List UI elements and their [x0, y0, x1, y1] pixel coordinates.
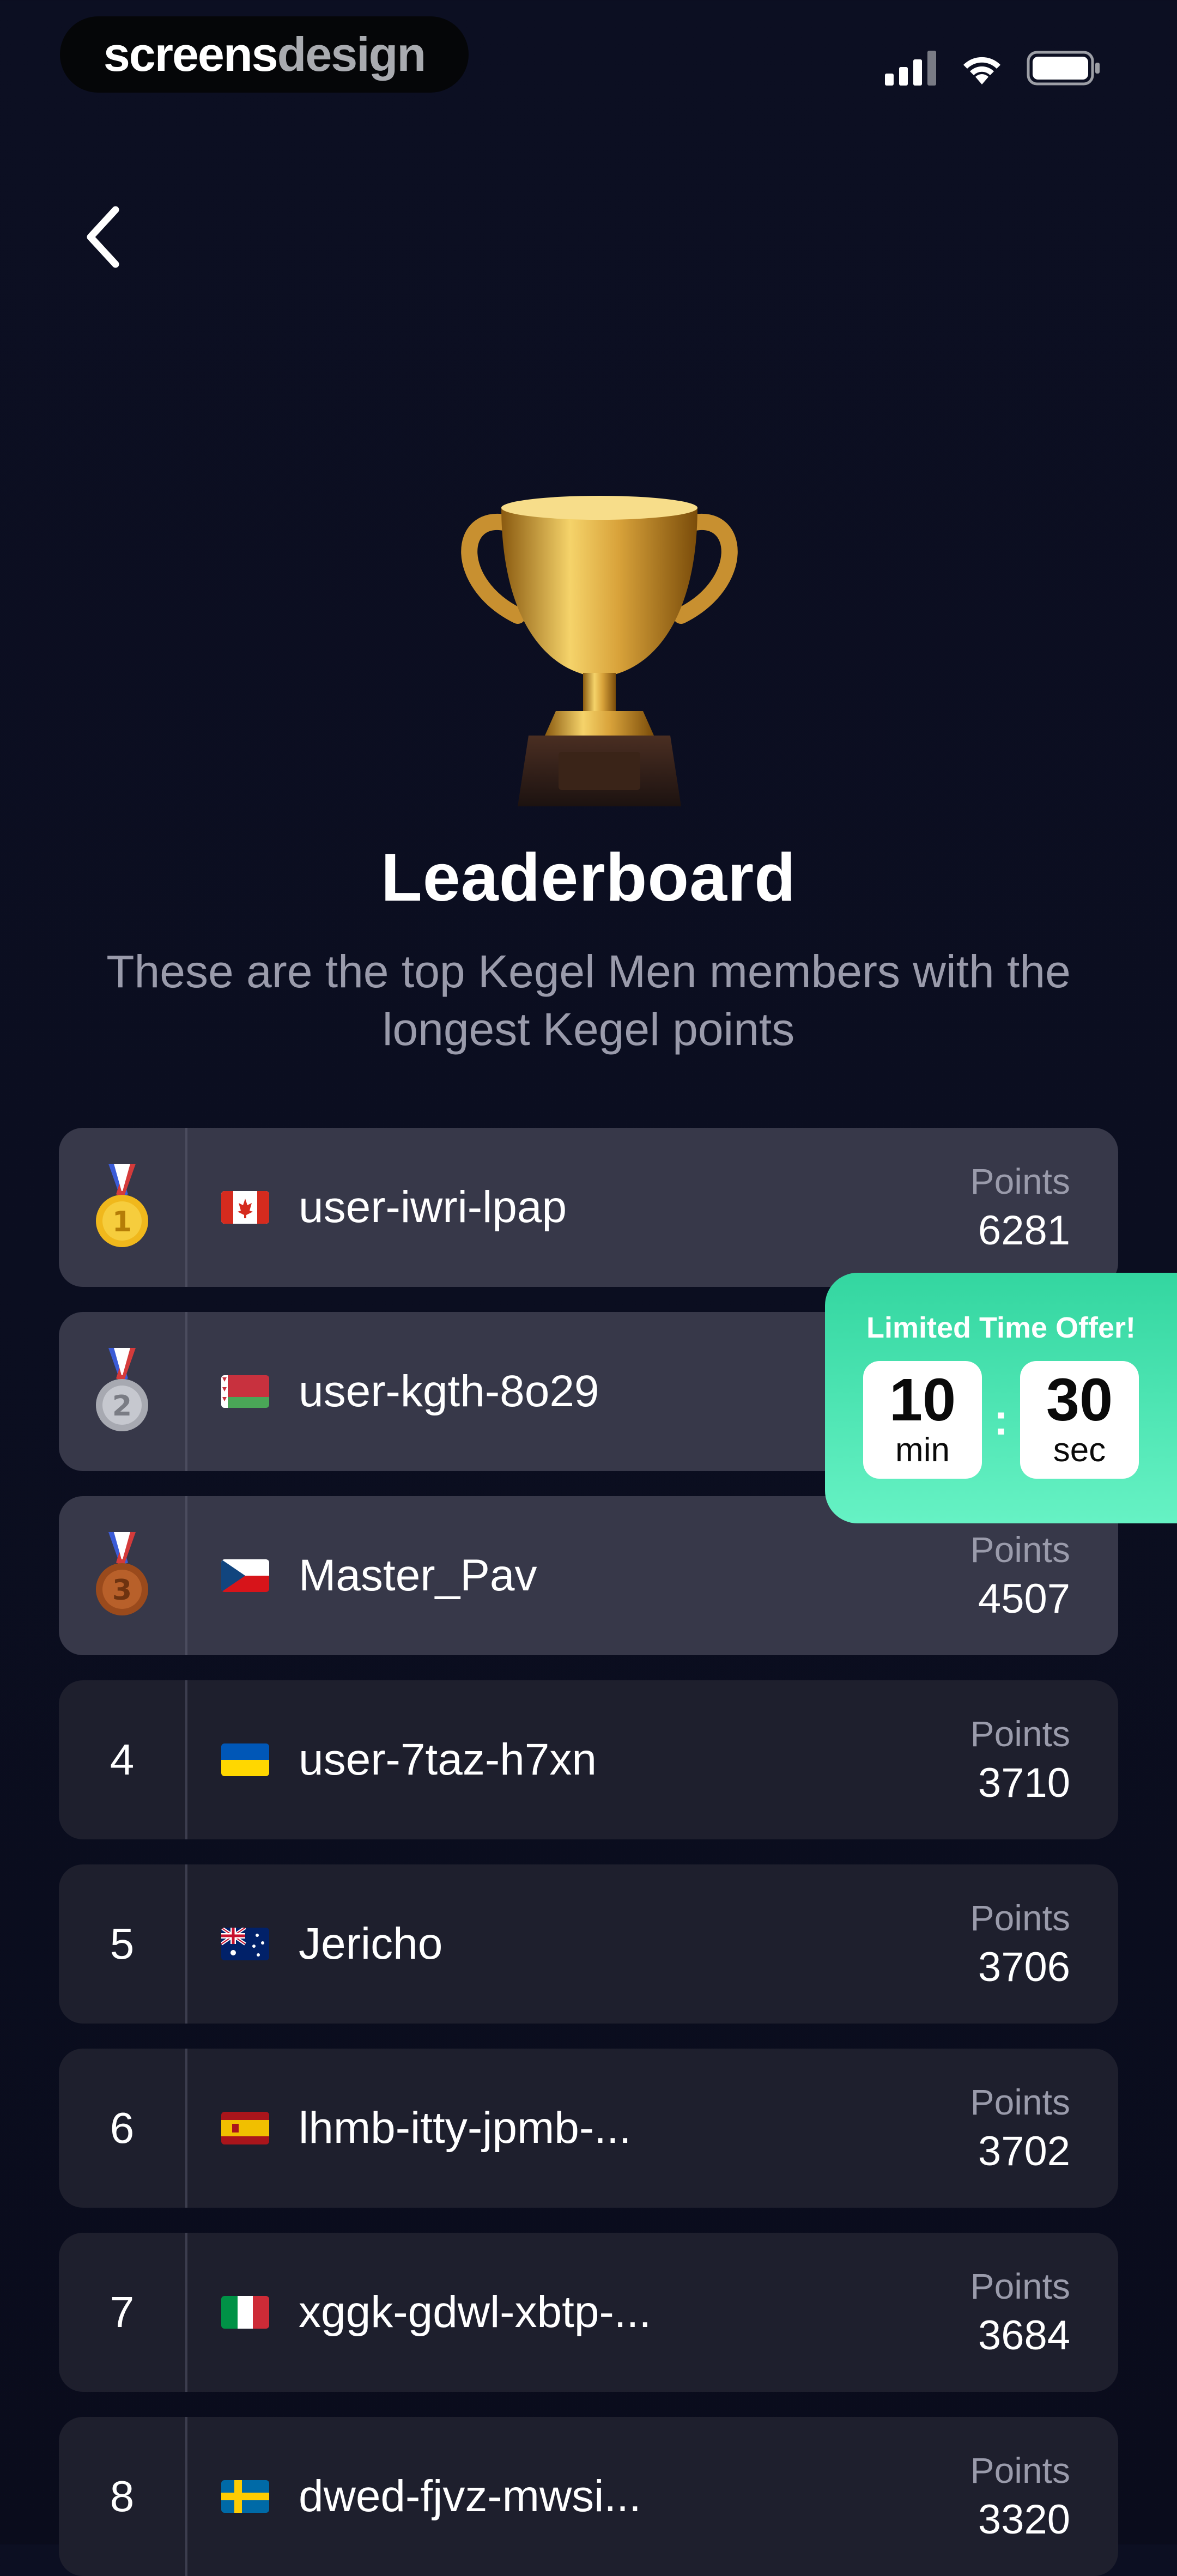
trophy-icon: [461, 496, 738, 806]
cellular-signal-icon: [885, 51, 936, 86]
player-name: user-iwri-lpap: [299, 1182, 567, 1232]
wifi-icon: [963, 57, 1000, 84]
page-title: Leaderboard: [380, 840, 797, 915]
seconds-label: sec: [1053, 1431, 1106, 1469]
points-block: Points 4507: [970, 1526, 1118, 1625]
ukraine-flag-icon: [221, 1743, 269, 1776]
points-label: Points: [970, 2082, 1070, 2122]
points-value: 3706: [978, 1944, 1070, 1990]
points-value: 4507: [978, 1576, 1070, 1622]
timer-separator: :: [993, 1395, 1009, 1444]
player-name: Jericho: [299, 1919, 443, 1969]
rank-cell: 3: [59, 1496, 187, 1655]
back-button[interactable]: [71, 196, 136, 278]
points-value: 6281: [978, 1207, 1070, 1254]
chevron-left-icon: [87, 206, 119, 268]
minutes-value: 10: [889, 1366, 956, 1433]
brand-watermark: screens design: [60, 16, 469, 93]
silver-medal-icon: 2: [96, 1348, 148, 1431]
australia-flag-icon: [221, 1928, 269, 1960]
minutes-box: 10 min: [863, 1361, 982, 1479]
svg-text:2: 2: [112, 1390, 132, 1423]
svg-text:1: 1: [112, 1206, 132, 1238]
spain-flag-icon: [221, 2112, 269, 2144]
points-label: Points: [970, 1898, 1070, 1938]
rank-number: 7: [59, 2233, 187, 2392]
points-value: 3320: [978, 2496, 1070, 2543]
points-block: Points 3702: [970, 2079, 1118, 2178]
points-label: Points: [970, 2266, 1070, 2306]
player-name: xggk-gdwl-xbtp-...: [299, 2287, 652, 2337]
rank-cell: 2: [59, 1312, 187, 1471]
points-block: Points 3706: [970, 1894, 1118, 1994]
status-icons: [885, 44, 1101, 93]
leaderboard-row[interactable]: 5 Jericho Points 3706: [59, 1864, 1118, 2024]
leaderboard-row[interactable]: 7 xggk-gdwl-xbtp-... Points 3684: [59, 2233, 1118, 2392]
player-name: user-7taz-h7xn: [299, 1735, 597, 1784]
brand-part1: screens: [103, 27, 278, 81]
countdown-timer: 10 min : 30 sec: [825, 1361, 1177, 1479]
brand-part2: design: [277, 27, 427, 81]
leaderboard-row[interactable]: 8 dwed-fjvz-mwsi... Points 3320: [59, 2417, 1118, 2576]
leaderboard-row[interactable]: 4 user-7taz-h7xn Points 3710: [59, 1680, 1118, 1839]
rank-number: 4: [59, 1680, 187, 1839]
points-block: Points 6281: [970, 1158, 1118, 1257]
rank-cell: 1: [59, 1128, 187, 1287]
points-value: 3684: [978, 2312, 1070, 2359]
points-label: Points: [970, 1161, 1070, 1201]
czech-flag-icon: [221, 1559, 269, 1592]
gold-medal-icon: 1: [96, 1164, 148, 1247]
rank-number: 6: [59, 2049, 187, 2208]
player-name: Master_Pav: [299, 1551, 537, 1600]
canada-flag-icon: [221, 1191, 269, 1224]
sweden-flag-icon: [221, 2480, 269, 2513]
points-block: Points 3710: [970, 1710, 1118, 1809]
points-label: Points: [970, 2450, 1070, 2490]
seconds-box: 30 sec: [1020, 1361, 1139, 1479]
points-block: Points 3684: [970, 2263, 1118, 2362]
limited-offer-banner[interactable]: Limited Time Offer! 10 min : 30 sec: [825, 1273, 1177, 1523]
leaderboard-row[interactable]: 1 user-iwri-lpap Points 6281: [59, 1128, 1118, 1287]
bronze-medal-icon: 3: [96, 1532, 148, 1615]
minutes-label: min: [895, 1431, 950, 1469]
player-name: lhmb-itty-jpmb-...: [299, 2103, 632, 2153]
player-name: dwed-fjvz-mwsi...: [299, 2471, 641, 2521]
leaderboard-row[interactable]: 6 lhmb-itty-jpmb-... Points 3702: [59, 2049, 1118, 2208]
battery-icon: [1027, 51, 1100, 86]
points-block: Points 3320: [970, 2447, 1118, 2546]
rank-number: 5: [59, 1864, 187, 2024]
points-value: 3702: [978, 2128, 1070, 2174]
seconds-value: 30: [1046, 1366, 1113, 1433]
rank-number: 8: [59, 2417, 187, 2576]
page-subtitle: These are the top Kegel Men members with…: [106, 946, 1071, 1055]
belarus-flag-icon: [221, 1375, 269, 1408]
points-label: Points: [970, 1714, 1070, 1754]
offer-title: Limited Time Offer!: [866, 1311, 1136, 1344]
svg-text:3: 3: [112, 1574, 132, 1607]
points-label: Points: [970, 1529, 1070, 1570]
points-value: 3710: [978, 1760, 1070, 1806]
italy-flag-icon: [221, 2296, 269, 2329]
